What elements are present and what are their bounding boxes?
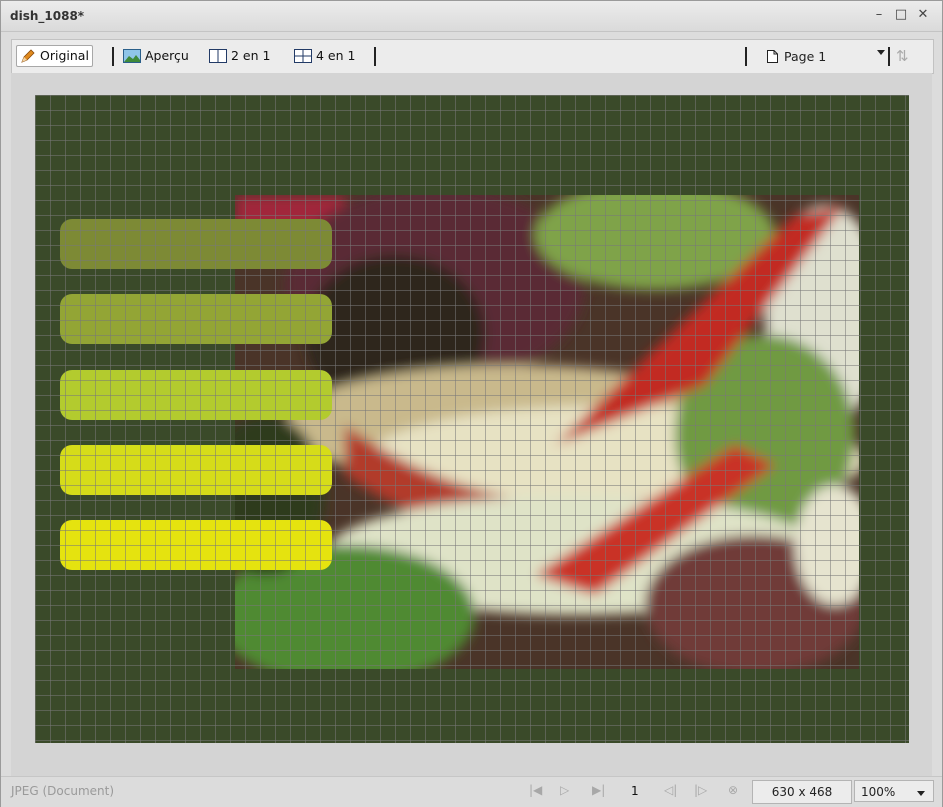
- color-swatch-bar[interactable]: [60, 370, 332, 420]
- color-swatch-bar[interactable]: [60, 520, 332, 570]
- color-swatch-bar[interactable]: [60, 219, 332, 269]
- next-frame-icon[interactable]: |▷: [694, 783, 707, 797]
- page-icon: [767, 49, 778, 63]
- first-page-icon[interactable]: |◀: [529, 783, 542, 797]
- toolbar-separator: [888, 47, 890, 66]
- status-bar: JPEG (Document) |◀ ▷ ▶| 1 ◁| |▷ ⊗ 630 x …: [1, 776, 942, 807]
- apercu-label: Aperçu: [145, 48, 189, 63]
- split-four-icon: [294, 49, 312, 63]
- view-toolbar: Original Aperçu 2 en 1 4 en 1 Page 1 ⇅: [11, 39, 934, 74]
- maximize-button[interactable]: □: [893, 7, 909, 22]
- close-button[interactable]: ✕: [915, 7, 931, 22]
- page-number: 1: [631, 784, 639, 798]
- minimize-button[interactable]: –: [871, 7, 887, 22]
- image-preview-icon: [123, 49, 141, 63]
- canvas-area[interactable]: [11, 73, 932, 776]
- play-icon[interactable]: ▷: [560, 783, 569, 797]
- split-two-icon: [209, 49, 227, 63]
- page-select[interactable]: Page 1: [767, 45, 826, 67]
- document-canvas[interactable]: [35, 95, 909, 743]
- toolbar-separator: [374, 47, 376, 66]
- chevron-down-icon: [917, 791, 925, 796]
- page-select-value: Page 1: [784, 48, 827, 64]
- file-type-label: JPEG (Document): [11, 784, 115, 798]
- two-in-one-label: 2 en 1: [231, 48, 271, 63]
- four-in-one-label: 4 en 1: [316, 48, 356, 63]
- zoom-select[interactable]: 100%: [854, 780, 934, 802]
- four-in-one-view-button[interactable]: 4 en 1: [291, 45, 358, 67]
- original-label: Original: [40, 48, 89, 63]
- window-title: dish_1088*: [10, 9, 85, 23]
- two-in-one-view-button[interactable]: 2 en 1: [206, 45, 273, 67]
- sort-icon[interactable]: ⇅: [896, 47, 909, 65]
- toolbar-separator: [745, 47, 747, 66]
- color-swatch-bar[interactable]: [60, 445, 332, 495]
- chevron-down-icon[interactable]: [877, 50, 885, 55]
- title-bar: dish_1088* – □ ✕: [1, 1, 942, 32]
- apercu-view-button[interactable]: Aperçu: [120, 45, 192, 67]
- zoom-value: 100%: [861, 785, 896, 799]
- original-view-button[interactable]: Original: [16, 45, 93, 67]
- previous-frame-icon[interactable]: ◁|: [664, 783, 677, 797]
- stop-icon[interactable]: ⊗: [728, 783, 738, 797]
- pencil-icon: [21, 49, 35, 63]
- salad-photo: [235, 195, 859, 669]
- image-dimensions: 630 x 468: [752, 780, 852, 804]
- last-page-icon[interactable]: ▶|: [592, 783, 605, 797]
- toolbar-separator: [112, 47, 114, 66]
- color-swatch-bar[interactable]: [60, 294, 332, 344]
- document-window: dish_1088* – □ ✕ Original Aperçu 2 en 1 …: [0, 0, 943, 807]
